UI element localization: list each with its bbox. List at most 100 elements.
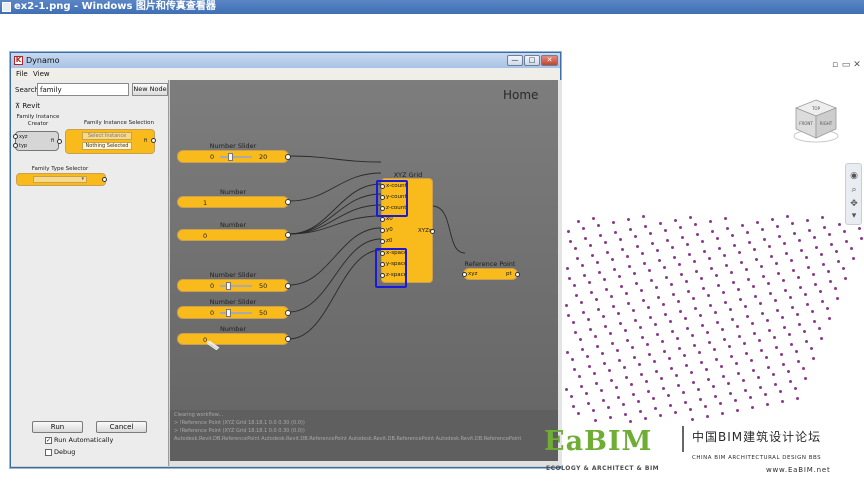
pan-icon[interactable]: ✥: [849, 200, 859, 209]
vertical-scrollbar[interactable]: [558, 80, 562, 466]
reference-point-marker: [594, 335, 597, 338]
port-label: y0: [386, 227, 393, 233]
reference-point-marker: [589, 244, 592, 247]
reference-point-marker: [717, 284, 720, 287]
reference-point-marker: [643, 262, 646, 265]
output-port[interactable]: [430, 229, 435, 234]
reference-point-node[interactable]: xyz pt: [462, 268, 520, 280]
reference-point-marker: [686, 243, 689, 246]
output-port[interactable]: [515, 272, 520, 277]
input-port[interactable]: [380, 217, 385, 222]
reference-point-marker: [596, 261, 599, 264]
viewcube[interactable]: TOP FRONT RIGHT: [792, 98, 840, 144]
workspace-canvas[interactable]: Home Number Slider 0 20 Number 1 Number …: [170, 80, 558, 410]
slider-thumb[interactable]: [227, 153, 233, 161]
select-instance-button[interactable]: Select Instance: [82, 132, 132, 140]
slider-track[interactable]: [220, 285, 252, 287]
slider-thumb[interactable]: [226, 282, 231, 290]
cancel-button[interactable]: Cancel: [96, 421, 147, 433]
reference-point-marker: [644, 225, 647, 228]
reference-point-marker: [757, 376, 760, 379]
reference-point-marker: [665, 276, 668, 279]
reference-point-marker: [647, 306, 650, 309]
reference-point-marker: [722, 291, 725, 294]
reference-point-marker: [692, 297, 695, 300]
reference-point-marker: [702, 287, 705, 290]
family-instance-creator-node[interactable]: xyz typ fi: [13, 131, 62, 151]
steering-wheel-icon[interactable]: ◉: [849, 172, 859, 181]
output-port[interactable]: [285, 283, 291, 289]
navigation-bar[interactable]: ◉ ⌕ ✥ ▾: [845, 163, 862, 225]
reference-point-marker: [634, 319, 637, 322]
output-port[interactable]: [57, 139, 62, 144]
reference-point-marker: [644, 417, 647, 420]
reference-point-marker: [600, 389, 603, 392]
family-instance-selection-node[interactable]: Select Instance Nothing Selected fi: [65, 129, 156, 154]
viewport-minimize-icon[interactable]: ▫: [830, 61, 840, 70]
reference-point-marker: [731, 318, 734, 321]
family-type-selector-node[interactable]: ▾: [16, 173, 107, 186]
output-port[interactable]: [102, 177, 107, 182]
port-label: fi: [51, 138, 55, 144]
close-button[interactable]: ✕: [541, 55, 558, 66]
output-port[interactable]: [285, 310, 291, 316]
reference-point-marker: [565, 304, 568, 307]
viewport-close-icon[interactable]: ✕: [852, 61, 862, 70]
viewport-restore-icon[interactable]: ▭: [841, 61, 851, 70]
horizontal-scrollbar[interactable]: [170, 461, 558, 466]
slider-track[interactable]: [220, 312, 252, 314]
input-port[interactable]: [13, 134, 18, 139]
maximize-button[interactable]: □: [524, 55, 540, 66]
number-slider-node[interactable]: 0 50: [177, 279, 291, 292]
output-port[interactable]: [285, 336, 291, 342]
reference-point-marker: [724, 217, 727, 220]
output-port[interactable]: [285, 199, 291, 205]
reference-point-marker: [633, 272, 636, 275]
nav-options-icon[interactable]: ▾: [849, 212, 859, 221]
input-port[interactable]: [462, 272, 467, 277]
run-button[interactable]: Run: [32, 421, 83, 433]
input-port[interactable]: [380, 228, 385, 233]
output-port[interactable]: [285, 232, 291, 238]
search-input[interactable]: [37, 83, 129, 96]
number-node[interactable]: 0: [177, 229, 291, 241]
reference-point-marker: [733, 244, 736, 247]
number-node[interactable]: 0: [177, 333, 291, 351]
run-automatically-checkbox[interactable]: ✓: [45, 437, 52, 444]
debug-checkbox[interactable]: [45, 449, 52, 456]
number-value[interactable]: 0: [203, 232, 207, 240]
reference-point-marker: [815, 246, 818, 249]
reference-point-marker: [684, 401, 687, 404]
number-value[interactable]: 1: [203, 199, 207, 207]
family-type-dropdown[interactable]: ▾: [33, 176, 87, 183]
slider-thumb[interactable]: [226, 309, 231, 317]
menu-view[interactable]: View: [33, 68, 50, 80]
reference-point-marker: [574, 331, 577, 334]
reference-point-marker: [588, 281, 591, 284]
eabim-tagline: ECOLOGY & ARCHITECT & BIM: [546, 465, 660, 472]
reference-point-marker: [637, 400, 640, 403]
output-port[interactable]: [285, 154, 291, 160]
slider-track[interactable]: [220, 156, 252, 158]
input-port[interactable]: [13, 143, 18, 148]
library-category-revit[interactable]: ⊼ Revit: [15, 102, 40, 110]
menu-file[interactable]: File: [16, 68, 28, 80]
reference-point-marker: [610, 379, 613, 382]
reference-point-marker: [654, 407, 657, 410]
reference-point-marker: [649, 316, 652, 319]
number-slider-node[interactable]: 0 20: [177, 150, 291, 163]
reference-point-marker: [715, 274, 718, 277]
reference-point-marker: [613, 268, 616, 271]
number-slider-node[interactable]: 0 50: [177, 306, 291, 319]
zoom-icon[interactable]: ⌕: [849, 186, 859, 195]
output-port[interactable]: [151, 138, 156, 143]
reference-point-marker: [609, 332, 612, 335]
number-node[interactable]: 1: [177, 196, 291, 208]
reference-point-marker: [844, 277, 847, 280]
reference-point-marker: [612, 305, 615, 308]
console-log[interactable]: Clearing workflow... > !Reference Point …: [170, 410, 558, 466]
new-node-button[interactable]: New Node: [132, 83, 168, 96]
reference-point-marker: [641, 336, 644, 339]
minimize-button[interactable]: —: [507, 55, 523, 66]
input-port[interactable]: [380, 239, 385, 244]
